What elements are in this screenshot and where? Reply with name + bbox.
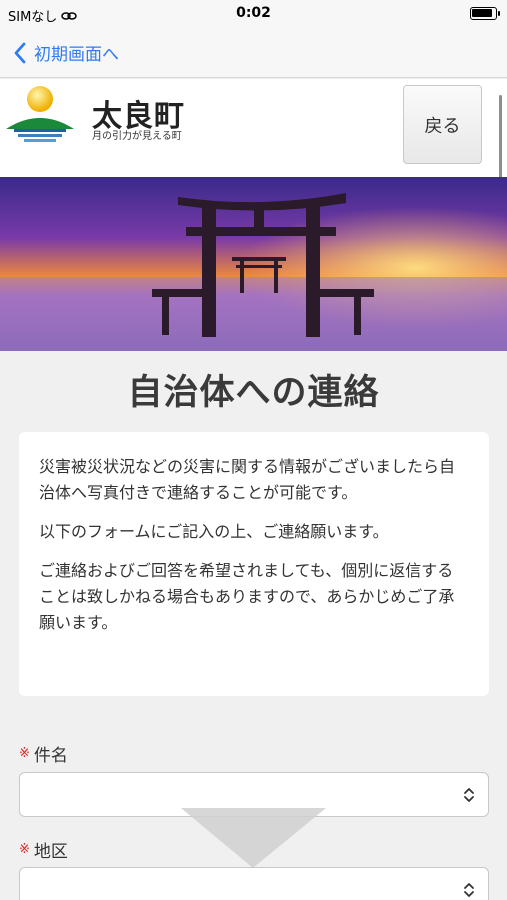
updown-chevron-icon [464, 788, 474, 802]
district-label: ※ 地区 [19, 837, 68, 862]
town-logo[interactable]: 太良町 月の引力が見える町 [4, 83, 214, 147]
moon-logo-icon [6, 86, 74, 142]
clock: 0:02 [236, 5, 271, 21]
subject-label-text: 件名 [33, 746, 68, 766]
notice-paragraph: ご連絡およびご回答を希望されましても、個別に返信することは致しかねる場合もありま… [39, 561, 455, 632]
notice-card: 災害被災状況などの災害に関する情報がございましたら自治体へ写真付きで連絡すること… [19, 432, 489, 696]
battery-icon [470, 7, 500, 20]
district-select[interactable] [19, 867, 489, 900]
back-button-label: 初期画面へ [34, 45, 119, 65]
dropdown-arrow-icon [181, 808, 326, 868]
site-header: 太良町 月の引力が見える町 戻る [0, 79, 507, 177]
district-label-text: 地区 [33, 842, 68, 862]
chevron-left-icon [14, 42, 26, 63]
battery-level [472, 9, 492, 17]
navigation-bar: 初期画面へ [0, 30, 507, 78]
notice-paragraph: 災害被災状況などの災害に関する情報がございましたら自治体へ写真付きで連絡すること… [39, 457, 456, 502]
subject-label: ※ 件名 [19, 741, 68, 766]
return-button[interactable]: 戻る [403, 85, 482, 164]
required-mark: ※ [19, 746, 30, 761]
updown-chevron-icon [464, 883, 474, 897]
page-title: 自治体への連絡 [127, 373, 380, 413]
required-mark: ※ [19, 842, 30, 857]
back-button[interactable]: 初期画面へ [14, 40, 119, 65]
status-bar: SIMなし 0:02 [0, 0, 507, 30]
notice-paragraph: 以下のフォームにご記入の上、ご連絡願います。 [39, 522, 389, 541]
town-tagline: 月の引力が見える町 [92, 131, 182, 142]
hero-image-torii [0, 177, 507, 351]
